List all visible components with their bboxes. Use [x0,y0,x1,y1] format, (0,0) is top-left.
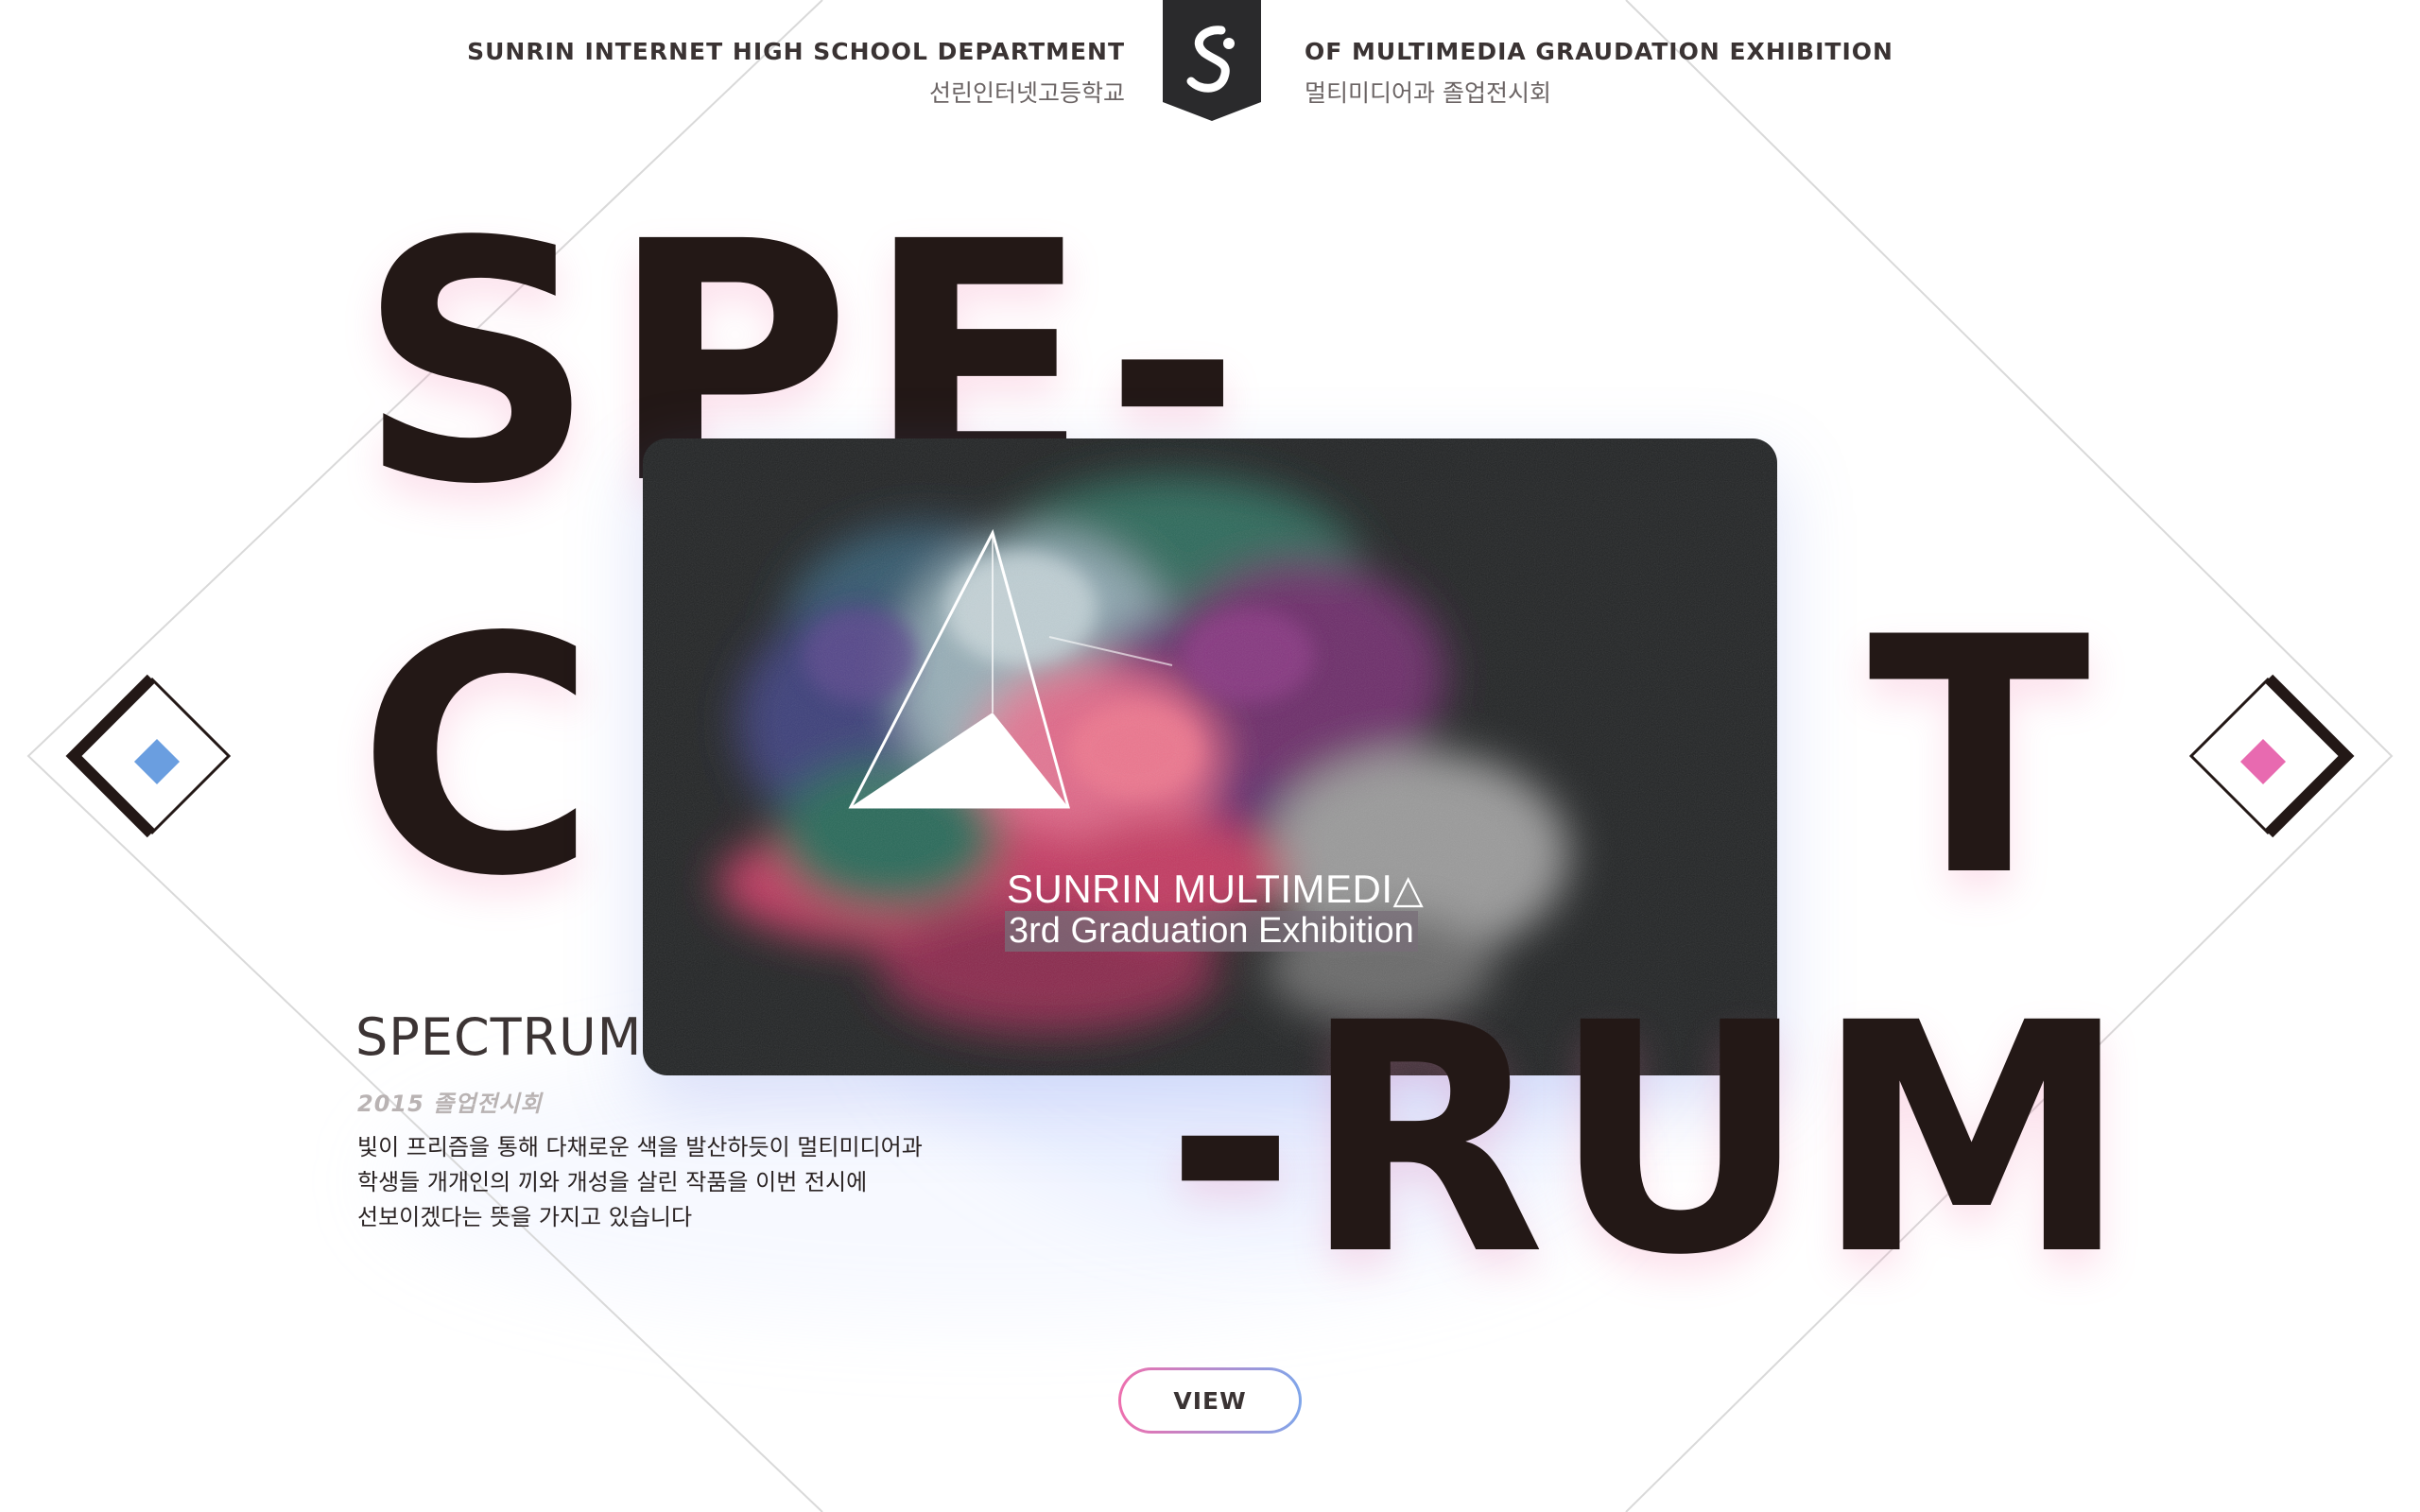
poster-title: SUNRIN MULTIMEDI△ [1007,867,1425,911]
view-button[interactable]: VIEW [1118,1367,1302,1434]
header-left: SUNRIN INTERNET HIGH SCHOOL DEPARTMENT 선… [467,38,1125,109]
sunrin-s-logo-icon[interactable] [1163,0,1261,121]
poster-subtitle: 3rd Graduation Exhibition [1005,911,1418,952]
header-dept-en: OF MULTIMEDIA GRAUDATION EXHIBITION [1305,38,1893,65]
header-school-ko: 선린인터넷고등학교 [928,79,1125,107]
header-dept-ko: 멀티미디어과 졸업전시회 [1305,79,1551,107]
view-button-label: VIEW [1121,1370,1299,1431]
header-school-en: SUNRIN INTERNET HIGH SCHOOL DEPARTMENT [467,38,1125,65]
prev-diamond-icon[interactable] [57,662,246,850]
hero-letter-t: T [1868,569,2091,948]
header-right: OF MULTIMEDIA GRAUDATION EXHIBITION 멀티미디… [1305,38,1893,109]
spectrum-description: 빛이 프리즘을 통해 다채로운 색을 발산하듯이 멀티미디어과 학생들 개개인의… [357,1130,962,1235]
hero-letters-rum: -RUM [1165,956,2135,1325]
description-line: 빛이 프리즘을 통해 다채로운 색을 발산하듯이 멀티미디어과 [357,1134,923,1160]
description-line: 선보이겠다는 뜻을 가지고 있습니다 [357,1204,693,1230]
hero-letter-c: C [357,569,597,948]
spectrum-title: SPECTRUM [355,1007,643,1067]
spectrum-year: 2015 졸업전시회 [357,1091,543,1117]
description-line: 학생들 개개인의 끼와 개성을 살린 작품을 이번 전시에 [357,1169,868,1195]
next-diamond-icon[interactable] [2174,662,2363,850]
